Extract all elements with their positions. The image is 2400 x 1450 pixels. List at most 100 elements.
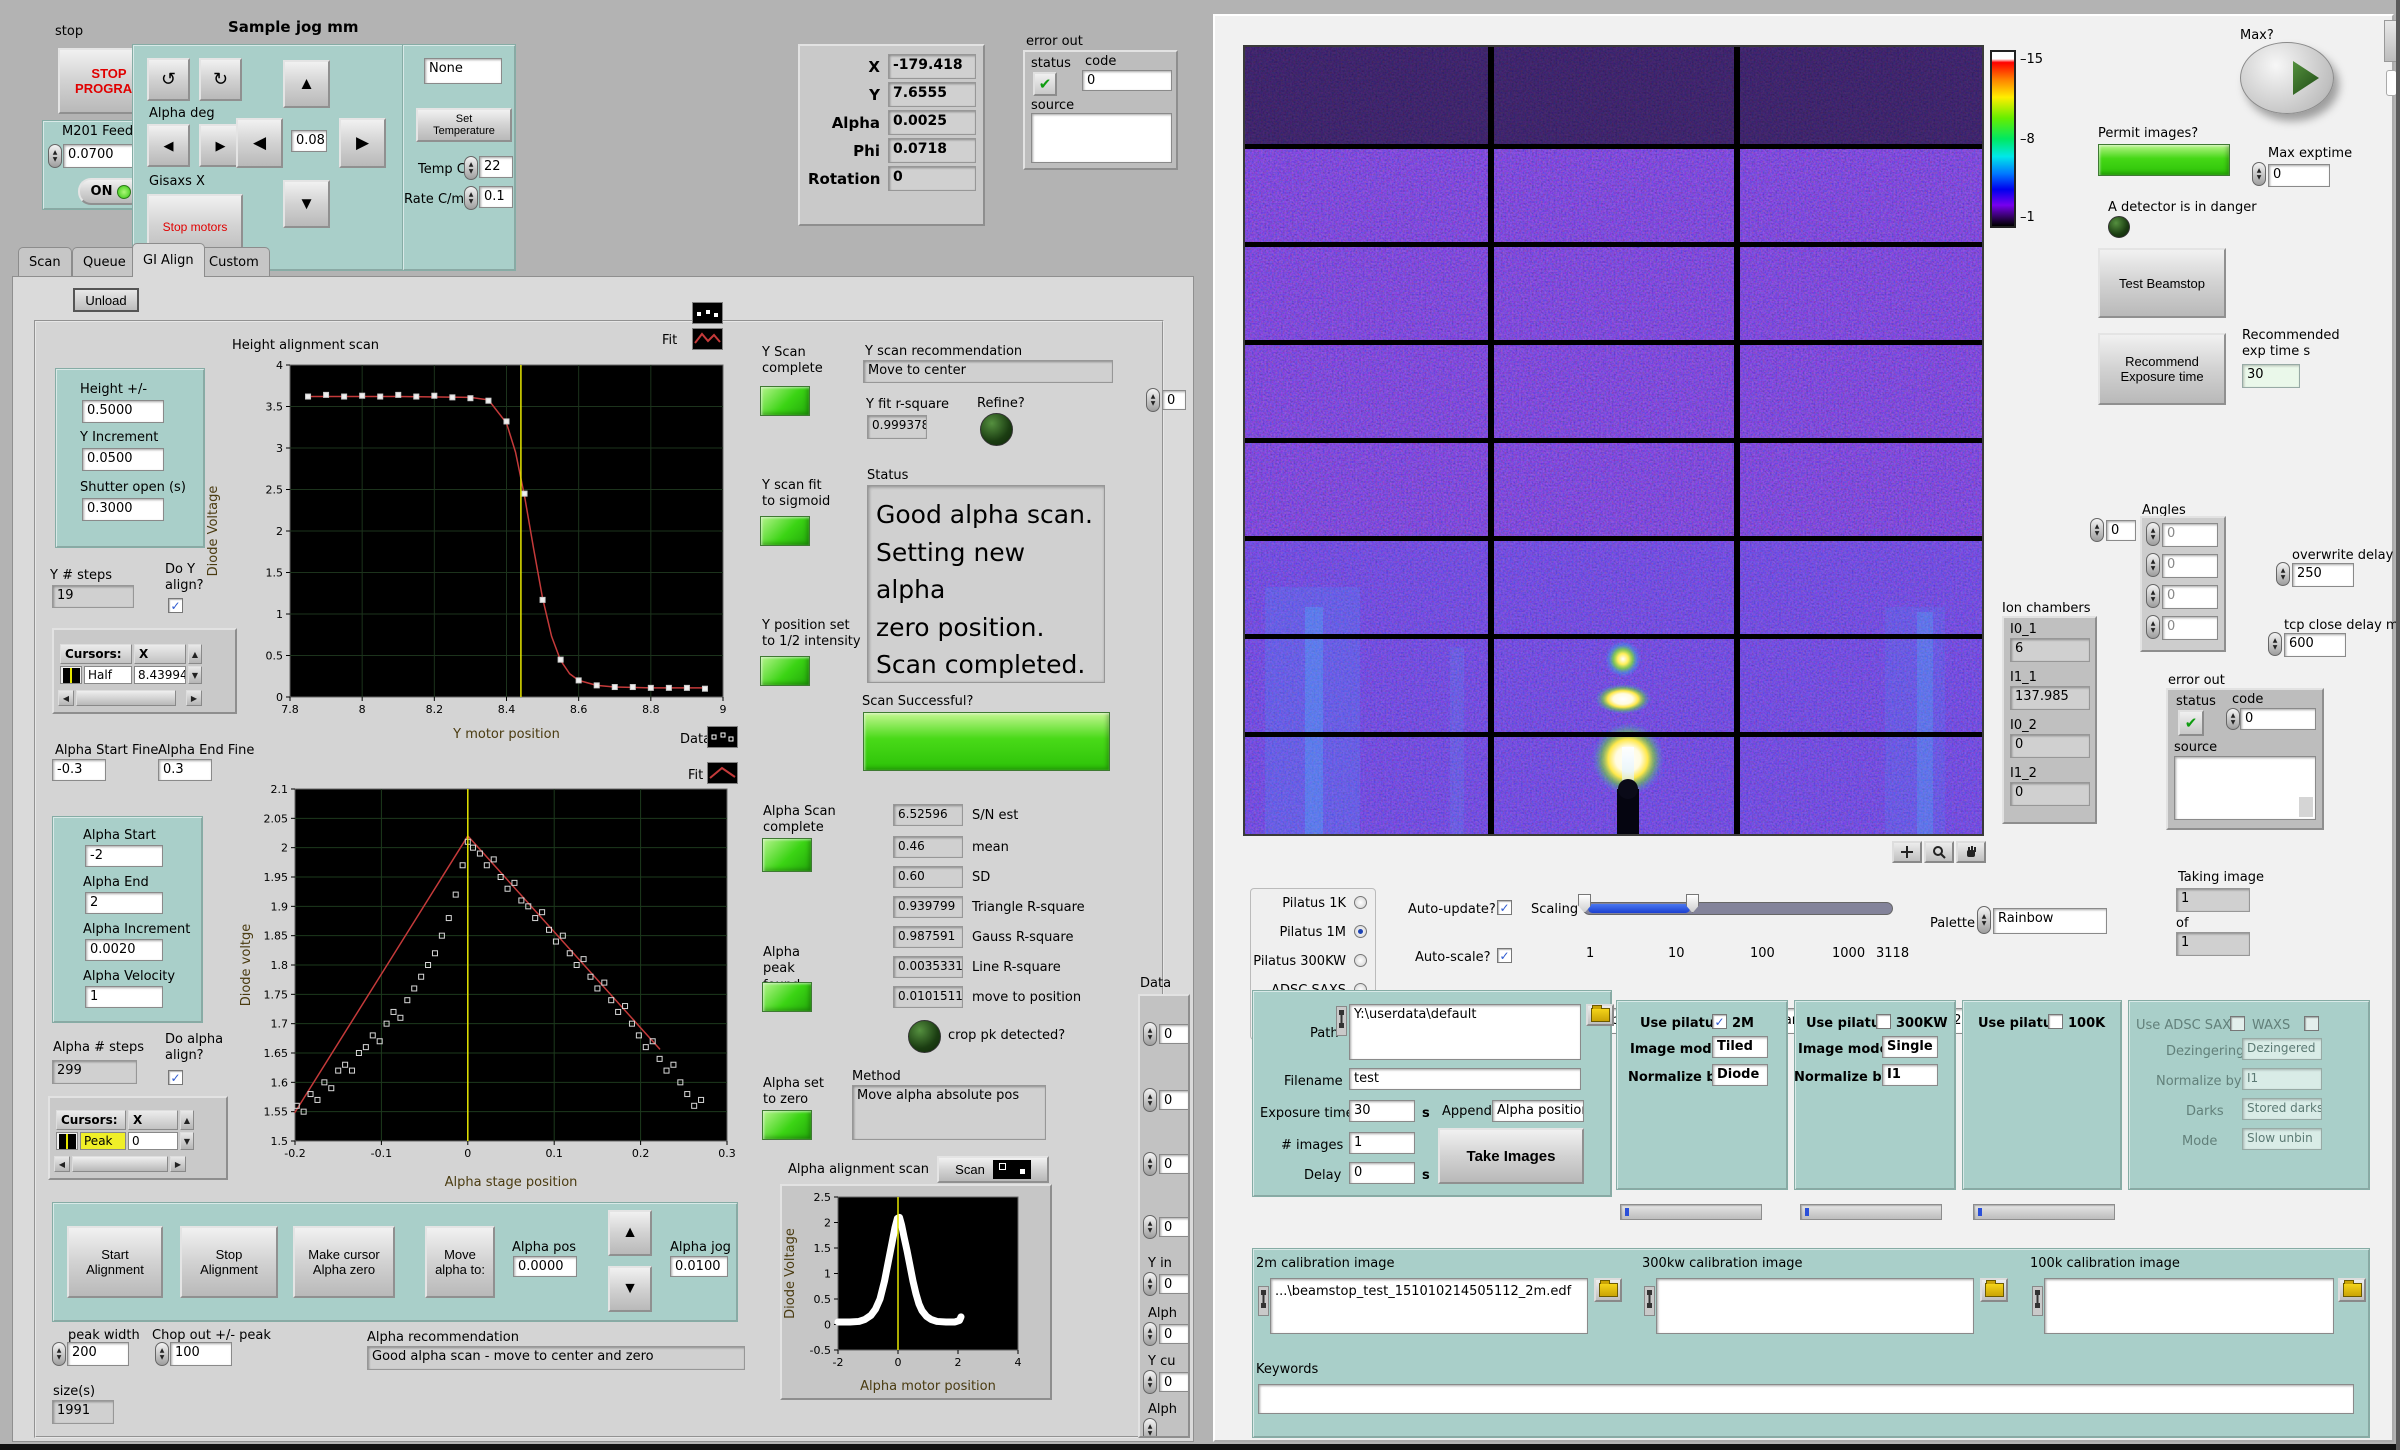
calib-300kw-path[interactable] (1656, 1278, 1974, 1334)
dezingering-field[interactable]: Dezingered (2242, 1038, 2322, 1060)
refine-led[interactable] (980, 413, 1013, 446)
angle-value-1[interactable]: 0 (2162, 554, 2218, 578)
tab-custom[interactable]: Custom (198, 247, 270, 276)
image-mode-2m-field[interactable]: Tiled (1712, 1036, 1768, 1058)
data-spinner-1[interactable]: ▲▼ (1143, 1088, 1157, 1112)
cursors2-scroll-right[interactable]: ▶ (170, 1156, 186, 1172)
filename-field[interactable]: test (1349, 1068, 1581, 1090)
chop-out-spinner[interactable]: ▲▼ (155, 1342, 169, 1366)
mid-spinner[interactable]: ▲▼ (1146, 388, 1160, 412)
rate-field[interactable]: 0.1 (479, 186, 513, 208)
alpha-start-fine-field[interactable]: -0.3 (52, 759, 106, 781)
calib-100k-path[interactable] (2044, 1278, 2334, 1334)
tab-queue[interactable]: Queue (72, 247, 137, 276)
data-spinner-5[interactable]: ▲▼ (1143, 1322, 1157, 1346)
exposure-time-field[interactable]: 30 (1349, 1100, 1415, 1122)
cursors2-scrollbar-thumb[interactable] (72, 1156, 168, 1172)
tcp-delay-spinner[interactable]: ▲▼ (2268, 632, 2282, 656)
calib-2m-path[interactable]: ...\beamstop_test_151010214505112_2m.edf (1270, 1278, 1588, 1334)
use-pilatus-300kw-checkbox[interactable] (1876, 1014, 1891, 1029)
image-mode-300kw-field[interactable]: Single (1882, 1036, 1938, 1058)
palette-field[interactable]: Rainbow (1993, 908, 2107, 934)
data-value-6[interactable]: 0 (1159, 1372, 1189, 1392)
error2-code-spinner[interactable]: ▲▼ (2226, 708, 2240, 730)
data-spinner-6[interactable]: ▲▼ (1143, 1370, 1157, 1394)
cursors1-scrollbar-thumb[interactable] (76, 690, 176, 706)
alpha-velocity-field[interactable]: 1 (85, 986, 163, 1008)
data-value-4[interactable]: 0 (1159, 1274, 1189, 1294)
temp-c-field[interactable]: 22 (479, 156, 513, 178)
alpha-end-field[interactable]: 2 (85, 892, 163, 914)
alpha-end-fine-field[interactable]: 0.3 (158, 759, 212, 781)
keywords-field[interactable] (1258, 1384, 2354, 1414)
max-run-button[interactable] (2240, 42, 2334, 114)
angle-value-2[interactable]: 0 (2162, 585, 2218, 609)
alpha-start-field[interactable]: -2 (85, 845, 163, 867)
alpha-jog-field[interactable]: 0.0100 (670, 1256, 728, 1277)
make-cursor-alpha-zero-button[interactable]: Make cursor Alpha zero (293, 1226, 395, 1298)
cursors1-scroll-down[interactable]: ▼ (188, 666, 202, 684)
alpha-jog-down-button[interactable]: ▼ (608, 1266, 652, 1312)
max-exptime-field[interactable]: 0 (2268, 164, 2330, 187)
scaling-slider-track[interactable] (1583, 902, 1893, 915)
calib-100k-browse[interactable] (2338, 1278, 2366, 1302)
data-spinner-2[interactable]: ▲▼ (1143, 1152, 1157, 1176)
radio-pilatus1k[interactable] (1354, 896, 1367, 909)
error-source-field[interactable] (1031, 113, 1172, 163)
jog-right-button[interactable]: ▶ (339, 118, 386, 168)
angles-outer-value[interactable]: 0 (2106, 520, 2136, 541)
error2-code-field[interactable]: 0 (2240, 708, 2316, 730)
error2-source-field[interactable] (2174, 756, 2316, 820)
path-browse-button[interactable] (1586, 1004, 1614, 1026)
adsc-normalize-field[interactable]: I1 (2242, 1068, 2322, 1090)
cursors2-scroll-down[interactable]: ▼ (180, 1132, 194, 1150)
angle-value-0[interactable]: 0 (2162, 523, 2218, 547)
data-value-0[interactable]: 0 (1159, 1024, 1189, 1044)
data-value-3[interactable]: 0 (1159, 1217, 1189, 1237)
mid-spin-value[interactable]: 0 (1162, 390, 1186, 410)
scrollbar-300kw[interactable] (1800, 1204, 1942, 1220)
y-increment-field[interactable]: 0.0500 (82, 448, 164, 471)
adsc-mode-field[interactable]: Slow unbin (2242, 1128, 2322, 1150)
calib-2m-browse[interactable] (1594, 1278, 1622, 1302)
use-pilatus-2m-checkbox[interactable]: ✓ (1712, 1014, 1727, 1029)
permit-images-led[interactable] (2098, 144, 2230, 176)
cursor1-value[interactable]: 8.43994 (134, 666, 186, 684)
data-value-5[interactable]: 0 (1159, 1324, 1189, 1344)
do-y-align-checkbox[interactable]: ✓ (168, 598, 183, 613)
angle-spinner-3[interactable]: ▲▼ (2146, 615, 2160, 639)
angles-outer-spinner[interactable]: ▲▼ (2090, 518, 2104, 542)
detector-image[interactable] (1245, 47, 1982, 834)
do-alpha-align-checkbox[interactable]: ✓ (168, 1070, 183, 1085)
shutter-open-field[interactable]: 0.3000 (82, 498, 164, 521)
alpha-increment-field[interactable]: 0.0020 (85, 939, 163, 961)
stop-alignment-button[interactable]: Stop Alignment (180, 1226, 278, 1298)
cursor1-name[interactable]: Half (84, 666, 132, 684)
move-alpha-to-button[interactable]: Move alpha to: (425, 1226, 495, 1298)
angle-value-3[interactable]: 0 (2162, 616, 2218, 640)
cursors1-scroll-up[interactable]: ▲ (188, 644, 202, 664)
jog-step-field[interactable]: 0.08 (291, 130, 327, 152)
calib-300kw-browse[interactable] (1980, 1278, 2008, 1302)
cursors1-scroll-right[interactable]: ▶ (186, 690, 202, 706)
append-field[interactable]: Alpha position (1492, 1100, 1584, 1122)
temp-mode-field[interactable]: None (424, 58, 502, 84)
angle-spinner-2[interactable]: ▲▼ (2146, 584, 2160, 608)
tab-gi-align[interactable]: GI Align (132, 243, 205, 277)
height-pm-field[interactable]: 0.5000 (82, 400, 164, 423)
chop-out-field[interactable]: 100 (170, 1342, 232, 1366)
rotate-ccw-button[interactable]: ↺ (147, 58, 190, 101)
take-images-button[interactable]: Take Images (1438, 1128, 1584, 1184)
data-spinner-4[interactable]: ▲▼ (1143, 1272, 1157, 1296)
graph-pan-tool[interactable] (1956, 841, 1986, 863)
method-field[interactable]: Move alpha absolute pos (852, 1085, 1046, 1140)
scrollbar-2m[interactable] (1620, 1204, 1762, 1220)
use-adsc-waxs-checkbox[interactable] (2304, 1016, 2319, 1031)
graph-crosshair-tool[interactable] (1892, 841, 1922, 863)
cursor2-name[interactable]: Peak (80, 1132, 126, 1150)
tab-scan[interactable]: Scan (18, 247, 72, 276)
test-beamstop-button[interactable]: Test Beamstop (2098, 248, 2226, 318)
n-images-field[interactable]: 1 (1349, 1132, 1415, 1154)
alpha-jog-left-button[interactable]: ◀ (147, 124, 190, 167)
alpha-pos-field[interactable]: 0.0000 (513, 1256, 577, 1277)
